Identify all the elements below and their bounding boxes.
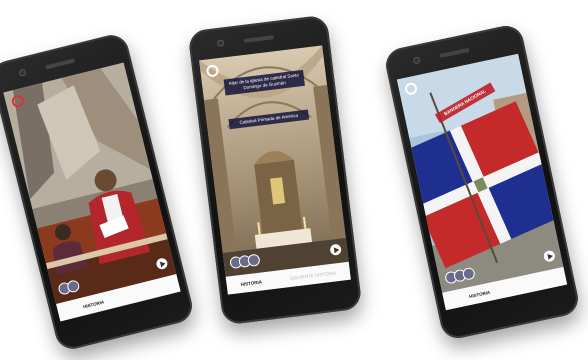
phone-3: BANDERA NACIONAL HISTORIA: [382, 22, 582, 342]
speaker-grille: [45, 58, 76, 70]
play-icon: [542, 249, 556, 263]
story-screen-3: BANDERA NACIONAL HISTORIA: [396, 53, 568, 311]
story-screen-1: HISTORIA: [3, 62, 181, 322]
viewer-avatars[interactable]: [57, 279, 81, 296]
front-camera: [412, 56, 421, 65]
play-icon: [155, 257, 169, 271]
story-screen-2: Altar de la iglesia de catedral Santo Do…: [199, 45, 351, 295]
nav-history-tab[interactable]: HISTORIA: [240, 279, 262, 287]
viewer-avatars[interactable]: [229, 253, 261, 270]
speaker-grille: [243, 35, 275, 43]
play-button[interactable]: [542, 249, 556, 264]
play-button[interactable]: [155, 257, 169, 271]
phone-2: Altar de la iglesia de catedral Santo Do…: [187, 14, 363, 326]
viewer-avatars[interactable]: [444, 266, 476, 285]
nav-history-tab[interactable]: HISTORIA: [82, 299, 104, 309]
phone-1: HISTORIA: [0, 31, 196, 353]
speaker-grille: [439, 47, 470, 58]
play-icon: [329, 243, 342, 256]
play-button[interactable]: [329, 243, 342, 257]
nav-history-tab[interactable]: HISTORIA: [469, 289, 491, 298]
front-camera: [216, 39, 225, 48]
front-camera: [18, 68, 27, 77]
nav-next-tab[interactable]: SIGUIENTE HISTORIA: [289, 270, 336, 281]
